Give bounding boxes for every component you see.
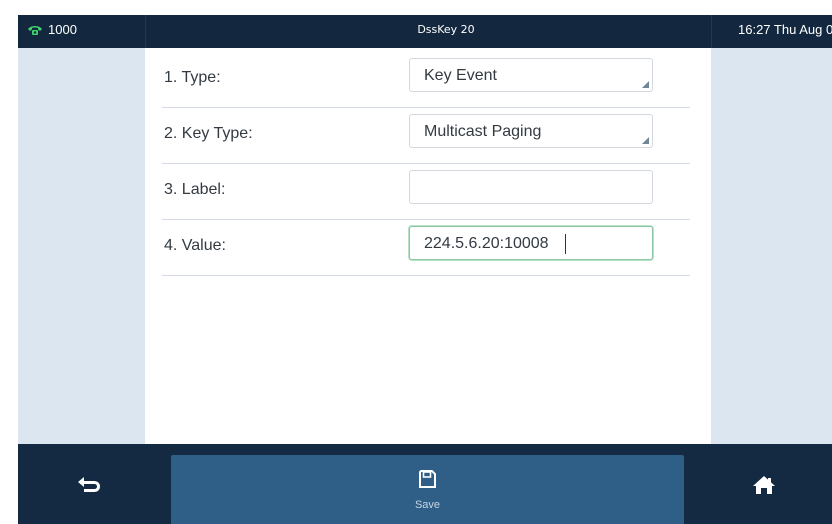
save-button[interactable]: Save	[171, 455, 684, 524]
floppy-disk-icon	[419, 470, 436, 488]
account-label: 1000	[48, 22, 77, 37]
save-label: Save	[414, 499, 441, 511]
key-type-value: Multicast Paging	[424, 123, 542, 140]
form-row-key-type: 2. Key Type: Multicast Paging	[162, 108, 690, 164]
settings-form: 1. Type: Key Event 2. Key Type: Multicas…	[145, 48, 711, 444]
type-label: 1. Type:	[164, 69, 221, 86]
key-type-dropdown[interactable]: Multicast Paging	[409, 114, 653, 148]
label-input[interactable]	[409, 170, 653, 204]
type-value: Key Event	[424, 67, 497, 84]
back-arrow-icon[interactable]	[76, 474, 102, 494]
softkey-bar: Save	[18, 444, 832, 524]
page-title: DssKey 20	[417, 23, 475, 36]
clock: 16:27 Thu Aug 06	[738, 22, 832, 37]
status-bar: 1000 DssKey 20 16:27 Thu Aug 06	[18, 15, 832, 48]
form-row-type: 1. Type: Key Event	[162, 52, 690, 108]
status-divider	[711, 15, 712, 48]
dropdown-indicator-icon	[642, 137, 649, 144]
phone-handset-icon	[28, 26, 42, 35]
phone-screen: 1000 DssKey 20 16:27 Thu Aug 06 1. Type:…	[0, 0, 832, 524]
dropdown-indicator-icon	[642, 81, 649, 88]
text-cursor	[565, 234, 566, 254]
value-input[interactable]: 224.5.6.20:10008	[409, 226, 653, 260]
key-type-label: 2. Key Type:	[164, 125, 253, 142]
form-row-value: 4. Value: 224.5.6.20:10008	[162, 220, 690, 276]
value-field-label: 4. Value:	[164, 237, 226, 254]
form-row-label: 3. Label:	[162, 164, 690, 220]
status-divider	[145, 15, 146, 48]
type-dropdown[interactable]: Key Event	[409, 58, 653, 92]
value-value: 224.5.6.20:10008	[424, 235, 549, 252]
label-field-label: 3. Label:	[164, 181, 226, 198]
home-icon[interactable]	[752, 475, 776, 495]
